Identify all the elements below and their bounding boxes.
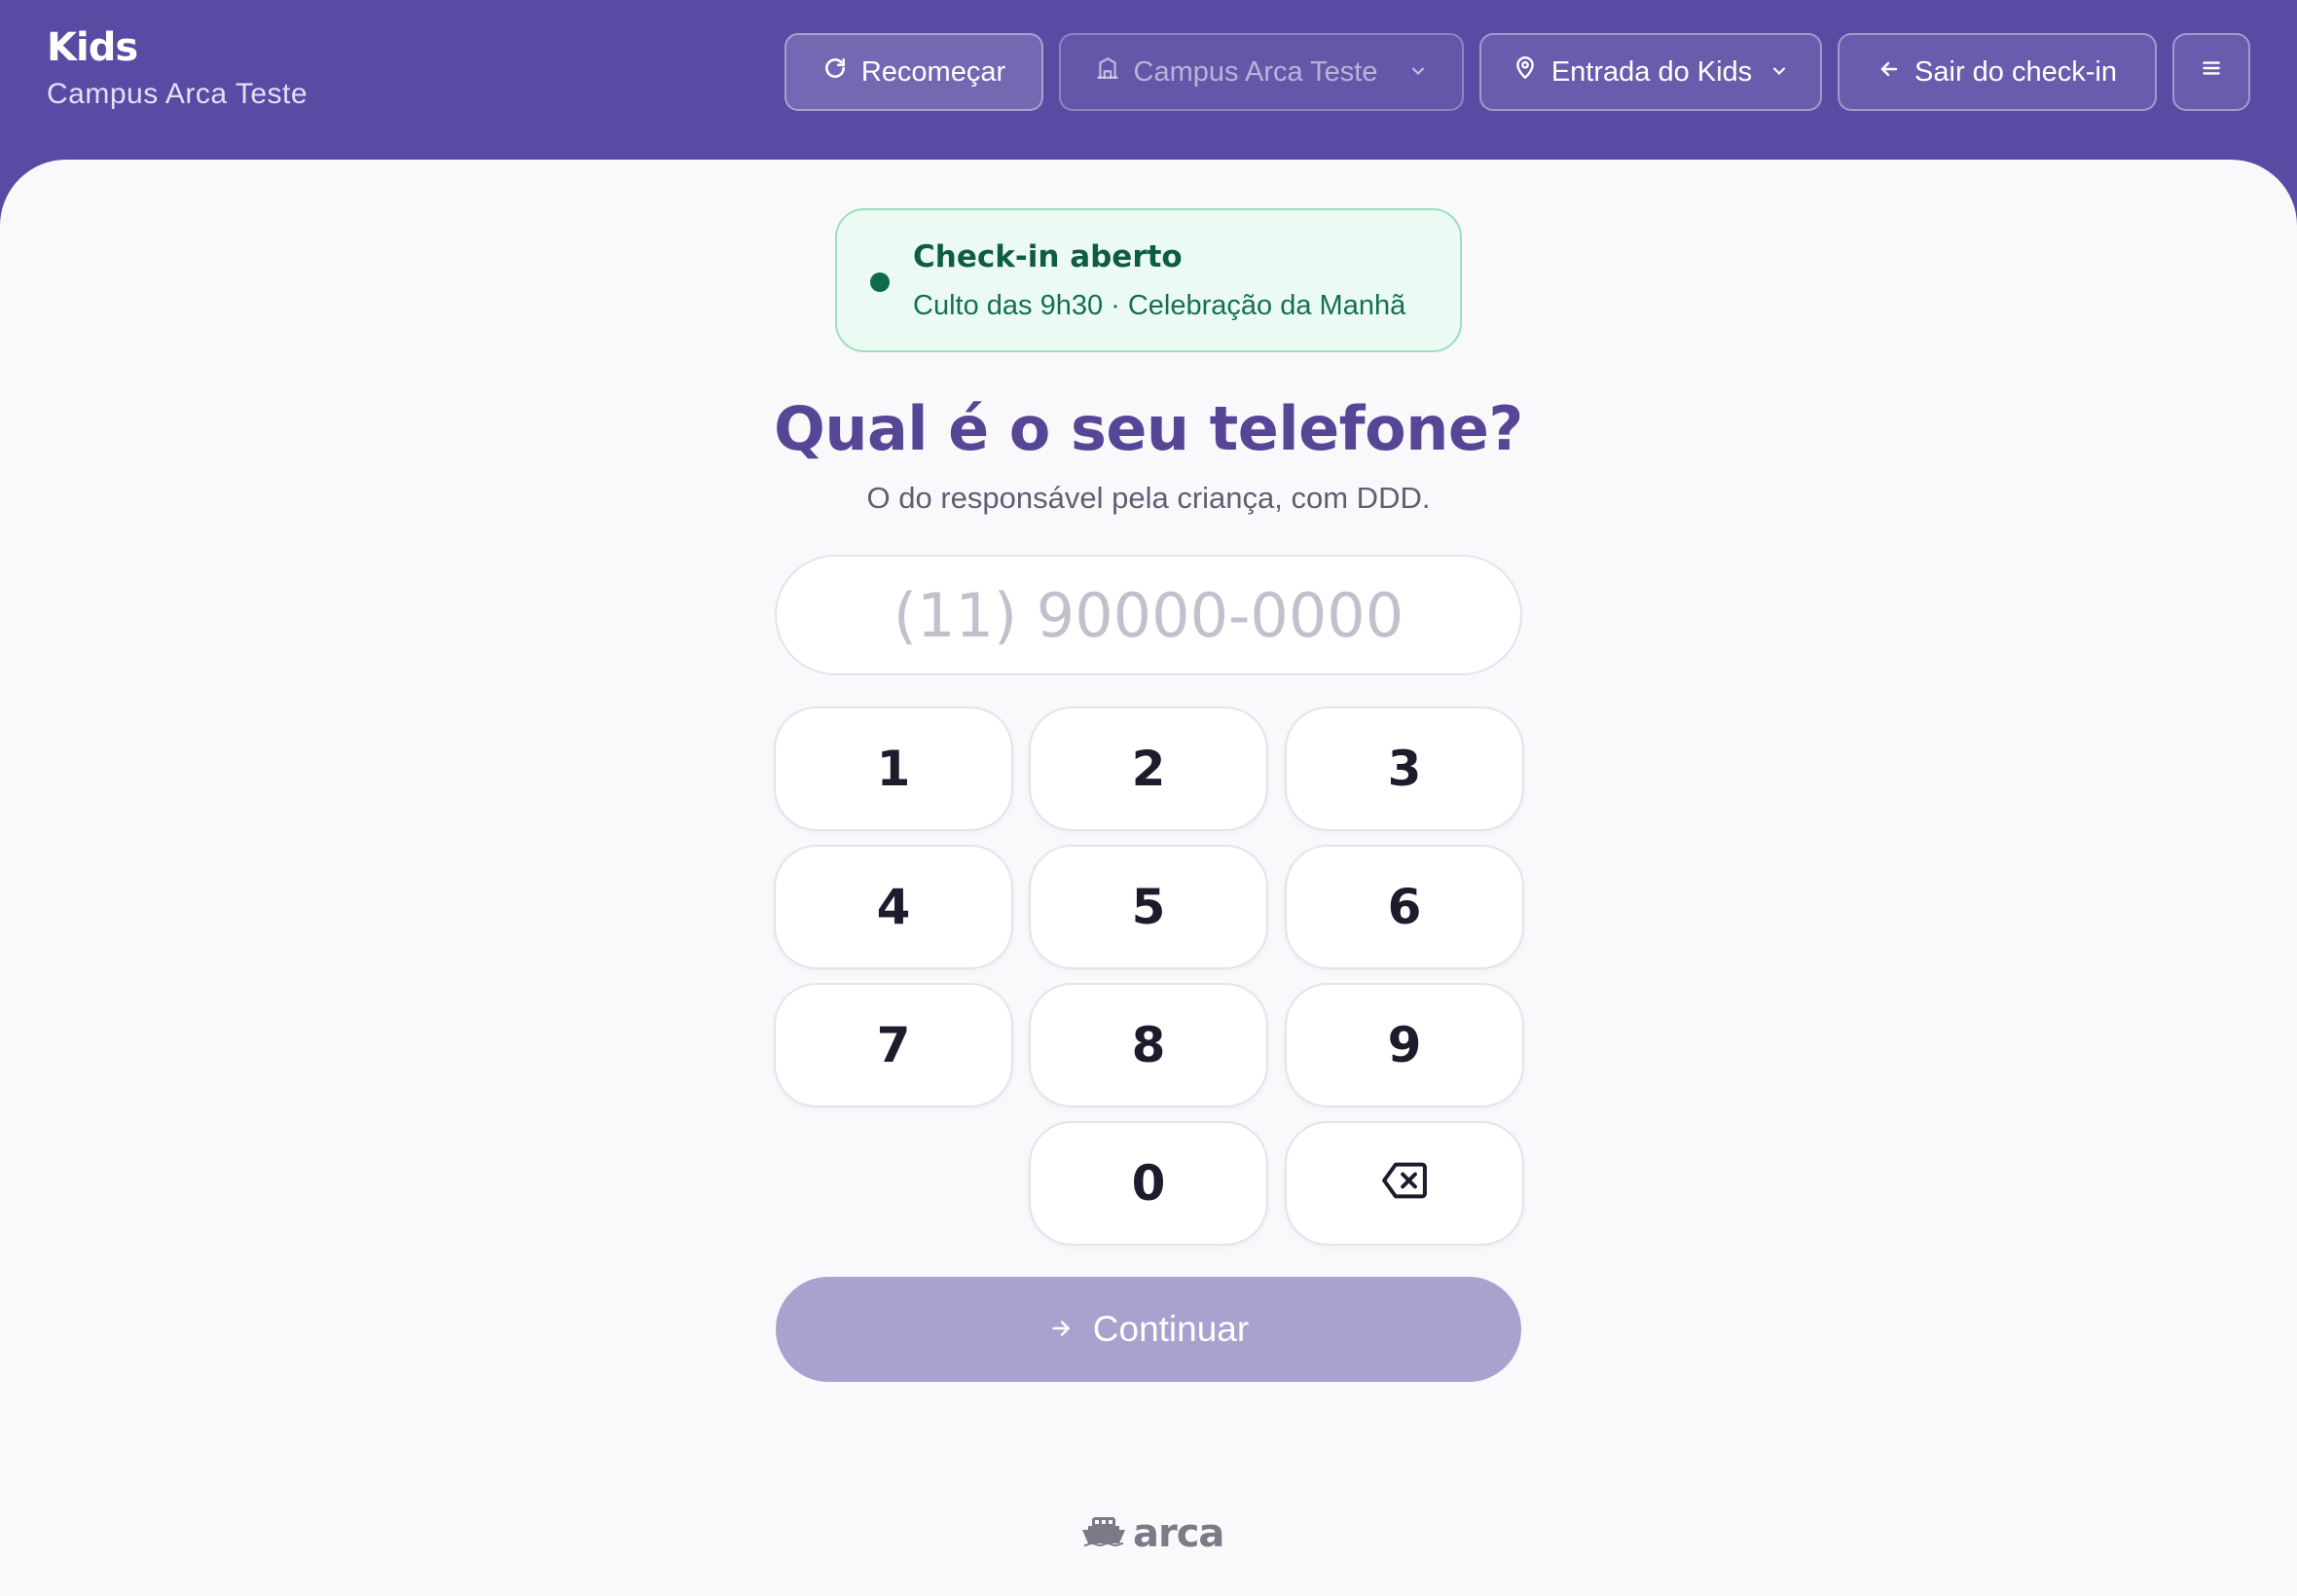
entrance-select[interactable]: Entrada do Kids bbox=[1479, 33, 1822, 111]
footer-logo: arca bbox=[1080, 1508, 1224, 1559]
status-dot-icon bbox=[870, 272, 890, 292]
keypad-key-1[interactable]: 1 bbox=[774, 707, 1013, 831]
menu-button[interactable] bbox=[2172, 33, 2250, 111]
keypad-key-3[interactable]: 3 bbox=[1285, 707, 1524, 831]
status-title: Check-in aberto bbox=[913, 239, 1183, 274]
keypad-key-7[interactable]: 7 bbox=[774, 983, 1013, 1107]
map-pin-icon bbox=[1513, 55, 1538, 89]
ark-logo-icon bbox=[1080, 1508, 1127, 1559]
app-subtitle: Campus Arca Teste bbox=[47, 78, 309, 110]
arrow-left-icon bbox=[1878, 56, 1901, 89]
backspace-icon bbox=[1381, 1155, 1428, 1212]
building-icon bbox=[1095, 55, 1120, 89]
keypad-key-8[interactable]: 8 bbox=[1029, 983, 1268, 1107]
keypad-backspace-button[interactable] bbox=[1285, 1121, 1524, 1246]
keypad-key-2[interactable]: 2 bbox=[1029, 707, 1268, 831]
app-title: Kids bbox=[47, 25, 138, 70]
restart-label: Recomeçar bbox=[860, 55, 1006, 88]
checkin-status-banner: Check-in aberto Culto das 9h30 · Celebra… bbox=[835, 208, 1462, 352]
exit-checkin-button[interactable]: Sair do check-in bbox=[1838, 33, 2157, 111]
keypad-key-0[interactable]: 0 bbox=[1029, 1121, 1268, 1246]
keypad-key-4[interactable]: 4 bbox=[774, 845, 1013, 969]
campus-select-label: Campus Arca Teste bbox=[1133, 55, 1378, 88]
keypad-key-9[interactable]: 9 bbox=[1285, 983, 1524, 1107]
entrance-select-label: Entrada do Kids bbox=[1550, 55, 1753, 88]
main-panel: Check-in aberto Culto das 9h30 · Celebra… bbox=[0, 160, 2297, 1596]
phone-input[interactable] bbox=[775, 555, 1522, 675]
campus-select[interactable]: Campus Arca Teste bbox=[1059, 33, 1464, 111]
exit-checkin-label: Sair do check-in bbox=[1914, 55, 2117, 88]
hamburger-menu-icon bbox=[2199, 55, 2224, 89]
keypad-key-5[interactable]: 5 bbox=[1029, 845, 1268, 969]
refresh-icon bbox=[822, 55, 848, 89]
keypad-key-6[interactable]: 6 bbox=[1285, 845, 1524, 969]
page-helper-text: O do responsável pela criança, com DDD. bbox=[866, 481, 1431, 515]
continue-button[interactable]: Continuar bbox=[776, 1277, 1521, 1382]
continue-label: Continuar bbox=[1092, 1309, 1250, 1349]
footer-brand-text: arca bbox=[1133, 1511, 1224, 1556]
app-brand: Kids Campus Arca Teste bbox=[47, 25, 308, 111]
status-detail: Culto das 9h30 · Celebração da Manhã bbox=[913, 290, 1406, 321]
chevron-down-icon bbox=[1408, 56, 1428, 89]
page-title: Qual é o seu telefone? bbox=[774, 393, 1523, 464]
arrow-right-icon bbox=[1048, 1309, 1074, 1350]
restart-button[interactable]: Recomeçar bbox=[784, 33, 1043, 111]
chevron-down-icon bbox=[1769, 56, 1789, 89]
